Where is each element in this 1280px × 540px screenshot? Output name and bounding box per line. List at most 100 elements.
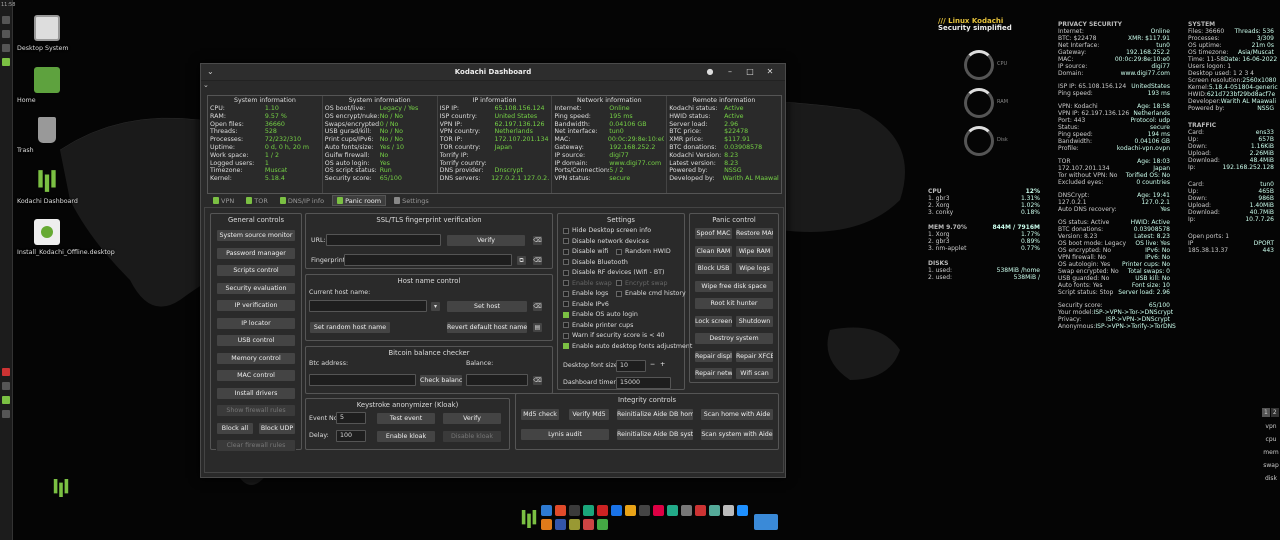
verify-fingerprint-button[interactable]: Verify: [446, 234, 526, 247]
settings-checkbox[interactable]: Enable printer cups: [563, 322, 633, 329]
panic-button[interactable]: Shutdown: [735, 314, 774, 328]
info-icon[interactable]: ▤: [532, 322, 543, 333]
desktop-preview-icon[interactable]: [754, 514, 778, 530]
delay-spinbox[interactable]: 100: [336, 430, 366, 442]
workspace-2[interactable]: 2: [1270, 408, 1279, 417]
panel-app-icon[interactable]: [2, 382, 10, 390]
taskbar-app-icon[interactable]: [597, 519, 608, 530]
taskbar-app-icon[interactable]: [639, 505, 650, 516]
settings-checkbox[interactable]: Enable cmd history: [616, 290, 686, 297]
workspace-1[interactable]: 1: [1262, 408, 1270, 417]
integrity-button[interactable]: Reinitialize Aide DB system: [616, 428, 694, 441]
panic-button[interactable]: Destroy system: [694, 332, 774, 345]
taskbar-app-icon[interactable]: [569, 519, 580, 530]
disable-kloak-button[interactable]: Disable kloak: [442, 430, 502, 443]
window-titlebar[interactable]: ⌄ Kodachi Dashboard ● – □ ✕: [201, 64, 785, 81]
right-panel-item[interactable]: disk: [1262, 475, 1280, 482]
clear-icon[interactable]: ⌫: [532, 255, 543, 266]
settings-checkbox[interactable]: Disable wifi: [563, 248, 608, 255]
url-input[interactable]: [326, 234, 441, 246]
general-button[interactable]: MAC control: [216, 369, 296, 382]
panic-button[interactable]: Restore MAC: [735, 227, 774, 240]
general-button[interactable]: Block all: [216, 421, 254, 435]
panic-button[interactable]: Block USB: [694, 262, 733, 275]
revert-host-button[interactable]: Revert default host name: [446, 321, 528, 334]
clear-icon[interactable]: ⌫: [532, 375, 543, 386]
settings-checkbox[interactable]: Enable IPv6: [563, 301, 609, 308]
panic-button[interactable]: Root kit hunter: [694, 297, 774, 310]
general-button[interactable]: USB control: [216, 334, 296, 347]
panic-button[interactable]: Clean RAM: [694, 244, 733, 258]
enable-kloak-button[interactable]: Enable kloak: [376, 430, 436, 443]
general-button[interactable]: Block UDP: [258, 421, 296, 435]
settings-checkbox[interactable]: Disable network devices: [563, 238, 649, 245]
integrity-button[interactable]: Scan home with Aide: [700, 408, 774, 421]
maximize-icon[interactable]: □: [745, 67, 755, 77]
tab-vpn[interactable]: VPN: [209, 195, 238, 206]
taskbar-app-icon[interactable]: [611, 505, 622, 516]
panel-launcher-icon[interactable]: [2, 30, 10, 38]
integrity-button[interactable]: Lynis audit: [520, 428, 610, 441]
clear-icon[interactable]: ⌫: [532, 301, 543, 312]
right-panel-item[interactable]: vpn: [1262, 423, 1280, 430]
settings-checkbox[interactable]: Disable Bluetooth: [563, 259, 628, 266]
panel-app-icon[interactable]: [2, 396, 10, 404]
dashboard-timer-spinbox[interactable]: 15000: [616, 377, 671, 389]
desktop-icon-home[interactable]: Home: [17, 67, 77, 104]
panic-button[interactable]: Wifi scan: [735, 367, 774, 380]
sticky-icon[interactable]: ●: [705, 67, 715, 77]
general-button[interactable]: Clear firewall rules: [216, 439, 296, 452]
panel-launcher-icon[interactable]: [2, 44, 10, 52]
panic-button[interactable]: Repair network: [694, 367, 733, 380]
submenu-chevron-icon[interactable]: ⌄: [201, 81, 785, 91]
general-button[interactable]: Show firewall rules: [216, 404, 296, 417]
panic-button[interactable]: Wipe free disk space: [694, 279, 774, 293]
integrity-button[interactable]: Md5 check: [520, 408, 560, 421]
taskbar-app-icon[interactable]: [653, 505, 664, 516]
event-no-spinbox[interactable]: 5: [336, 412, 366, 424]
tab-settings[interactable]: Settings: [390, 195, 433, 206]
integrity-button[interactable]: Scan system with Aide: [700, 428, 774, 441]
verify-kloak-button[interactable]: Verify: [442, 412, 502, 425]
taskbar-app-icon[interactable]: [569, 505, 580, 516]
settings-checkbox[interactable]: Enable OS auto login: [563, 311, 638, 318]
tab-tor[interactable]: TOR: [242, 195, 272, 206]
panel-app-icon[interactable]: [2, 368, 10, 376]
settings-checkbox[interactable]: Hide Desktop screen info: [563, 227, 651, 234]
general-button[interactable]: IP verification: [216, 299, 296, 312]
check-balance-button[interactable]: Check balance: [419, 374, 463, 387]
settings-checkbox[interactable]: Disable RF devices (Wifi - BT): [563, 269, 664, 276]
settings-checkbox[interactable]: Random HWID: [616, 248, 671, 255]
desktop-icon-kodachi-dashboard[interactable]: Kodachi Dashboard: [17, 168, 78, 205]
settings-checkbox[interactable]: Encrypt swap: [616, 280, 668, 287]
panel-app-icon[interactable]: [2, 410, 10, 418]
taskbar-app-icon[interactable]: [667, 505, 678, 516]
btc-balance-input[interactable]: [466, 374, 528, 386]
taskbar-app-icon[interactable]: [723, 505, 734, 516]
general-button[interactable]: Scripts control: [216, 264, 296, 277]
integrity-button[interactable]: Reinitialize Aide DB home: [616, 408, 694, 421]
right-panel-item[interactable]: mem: [1262, 449, 1280, 456]
general-button[interactable]: Install drivers: [216, 386, 296, 400]
general-button[interactable]: Security evaluation: [216, 281, 296, 295]
test-event-button[interactable]: Test event: [376, 412, 436, 425]
close-icon[interactable]: ✕: [765, 67, 775, 77]
general-button[interactable]: Password manager: [216, 246, 296, 260]
set-random-host-button[interactable]: Set random host name: [309, 321, 391, 334]
taskbar-app-icon[interactable]: [583, 519, 594, 530]
right-panel-item[interactable]: cpu: [1262, 436, 1280, 443]
copy-icon[interactable]: ⧉: [516, 255, 527, 266]
panic-button[interactable]: Repair XFCE: [735, 349, 774, 363]
minimize-icon[interactable]: –: [725, 67, 735, 77]
settings-checkbox[interactable]: Enable swap: [563, 280, 612, 287]
taskbar-app-icon[interactable]: [597, 505, 608, 516]
panic-button[interactable]: Lock screen: [694, 314, 733, 328]
panic-button[interactable]: Wipe RAM: [735, 244, 774, 258]
panic-button[interactable]: Repair display: [694, 349, 733, 363]
fingerprint-input[interactable]: [344, 254, 512, 266]
general-button[interactable]: Memory control: [216, 351, 296, 365]
desktop-icon-trash[interactable]: Trash: [17, 117, 77, 154]
taskbar-app-icon[interactable]: [555, 505, 566, 516]
settings-checkbox[interactable]: Enable auto desktop fonts adjustment: [563, 343, 692, 350]
desktop-icon-system[interactable]: Desktop System: [17, 15, 77, 52]
